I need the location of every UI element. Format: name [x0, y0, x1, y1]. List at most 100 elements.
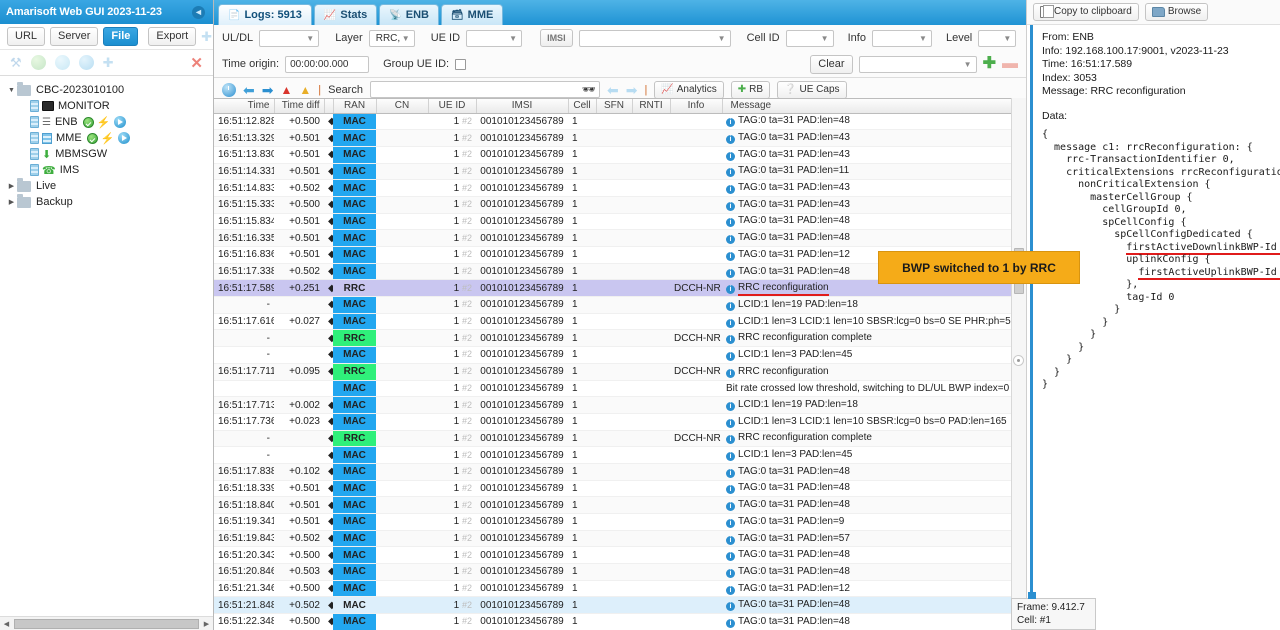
error-triangle-icon[interactable]: ▲	[280, 83, 292, 97]
binoculars-icon[interactable]: 🕶	[582, 83, 596, 98]
clock-icon[interactable]	[222, 82, 236, 97]
browse-button[interactable]: Browse	[1144, 3, 1209, 21]
play-circle-icon[interactable]	[78, 55, 94, 70]
preset-select[interactable]: ▼	[858, 55, 977, 73]
refresh-circle-icon[interactable]	[54, 55, 70, 70]
chevron-down-icon[interactable]: ▼	[6, 87, 17, 94]
add-node-icon[interactable]: ✚	[103, 55, 114, 71]
col-cn[interactable]: CN	[376, 99, 429, 114]
check-circle-icon[interactable]	[30, 55, 46, 70]
cellid-select[interactable]: ▼	[785, 29, 834, 47]
tab-stats[interactable]: 📈 Stats	[313, 4, 378, 25]
table-row[interactable]: 16:51:21.346+0.500◆MAC 1 #200101012345678…	[214, 580, 1026, 598]
table-row[interactable]: 16:51:18.840+0.501◆MAC 1 #200101012345678…	[214, 496, 1026, 514]
warning-triangle-icon[interactable]: ▲	[299, 83, 311, 97]
imsi-button[interactable]: IMSI	[540, 29, 573, 47]
log-table-scrollbar[interactable]	[1011, 98, 1026, 616]
col-message[interactable]: Message	[722, 99, 1026, 114]
chevron-left-icon[interactable]: ◄	[192, 5, 205, 19]
sidebar-item-enb[interactable]: ☰ ENB ⚡	[4, 114, 213, 130]
sidebar-item-mbmsgw[interactable]: ⬇ MBMSGW	[4, 146, 213, 162]
close-icon[interactable]: ✕	[190, 54, 203, 72]
sidebar-item-ims[interactable]: ☎ IMS	[4, 162, 213, 178]
table-row[interactable]: 16:51:13.329+0.501◆MAC 1 #200101012345678…	[214, 129, 1026, 147]
server-button[interactable]: Server	[50, 27, 99, 46]
table-row[interactable]: 16:51:19.843+0.502◆MAC 1 #200101012345678…	[214, 530, 1026, 548]
col-time[interactable]: Time	[214, 99, 275, 114]
table-row[interactable]: 16:51:14.331+0.501◆MAC 1 #200101012345678…	[214, 163, 1026, 181]
table-row[interactable]: 16:51:17.838+0.102◆MAC 1 #200101012345678…	[214, 463, 1026, 481]
sidebar-item-monitor[interactable]: MONITOR	[4, 98, 213, 114]
export-button[interactable]: Export	[148, 27, 197, 46]
scroll-right-icon[interactable]: ▶	[200, 620, 213, 628]
table-row[interactable]: - ◆RRC 1 #20010101234567891 DCCH-NRiRRC rec…	[214, 430, 1026, 448]
ue-caps-button[interactable]: ❔ UE Caps	[777, 80, 847, 99]
col-info[interactable]: Info	[670, 99, 723, 114]
table-row[interactable]: MAC 1 #2 001010123456789 1 Bit rate crossed …	[214, 380, 1026, 398]
table-row[interactable]: 16:51:19.341+0.501◆MAC 1 #200101012345678…	[214, 513, 1026, 531]
table-row[interactable]: 16:51:20.846+0.503◆MAC 1 #200101012345678…	[214, 563, 1026, 581]
table-row[interactable]: - ◆MAC 1 #20010101234567891 iLCID:1 len=3 P…	[214, 446, 1026, 464]
col-sfn[interactable]: SFN	[596, 99, 633, 114]
table-row[interactable]: 16:51:17.711+0.095◆RRC 1 #200101012345678…	[214, 363, 1026, 381]
table-row[interactable]: - ◆RRC 1 #20010101234567891 DCCH-NRiRRC rec…	[214, 329, 1026, 348]
table-row[interactable]: - ◆MAC 1 #20010101234567891 iLCID:1 len=3 P…	[214, 346, 1026, 364]
table-row[interactable]: 16:51:18.339+0.501◆MAC 1 #200101012345678…	[214, 480, 1026, 498]
col-ueid[interactable]: UE ID	[428, 99, 477, 114]
copy-to-clipboard-button[interactable]: Copy to clipboard	[1033, 3, 1139, 21]
search-next-icon[interactable]: ➡	[626, 83, 638, 97]
sidebar-item-mme[interactable]: MME ⚡	[4, 130, 213, 146]
search-input[interactable]: 🕶	[369, 81, 600, 98]
table-row[interactable]: 16:51:12.828+0.500◆MAC 1 #200101012345678…	[214, 113, 1026, 131]
tab-mme[interactable]: 🗃 MME	[440, 4, 504, 25]
add-connection-icon[interactable]: ✚	[201, 29, 212, 45]
left-panel-horizontal-scrollbar[interactable]: ◀ ▶	[0, 616, 213, 630]
tab-enb[interactable]: 📡 ENB	[379, 4, 439, 25]
power-bolt-icon[interactable]: ⚡	[101, 132, 115, 145]
arrow-right-icon[interactable]: ➡	[262, 83, 274, 97]
table-row[interactable]: 16:51:21.848+0.502◆MAC 1 #200101012345678…	[214, 596, 1026, 615]
table-row[interactable]: 16:51:22.348+0.500◆MAC 1 #200101012345678…	[214, 613, 1026, 630]
level-select[interactable]: ▼	[978, 29, 1017, 47]
col-timediff[interactable]: Time diff	[274, 99, 325, 114]
clear-button[interactable]: Clear	[810, 54, 853, 74]
imsi-select[interactable]: ▼	[578, 29, 731, 47]
col-rnti[interactable]: RNTI	[632, 99, 671, 114]
table-row[interactable]: 16:51:17.736+0.023◆MAC 1 #200101012345678…	[214, 413, 1026, 431]
chevron-right-icon[interactable]: ▶	[6, 182, 17, 190]
search-prev-icon[interactable]: ⬅	[607, 83, 619, 97]
uldl-select[interactable]: ▼	[259, 29, 320, 47]
file-button[interactable]: File	[103, 27, 139, 46]
ueid-select[interactable]: ▼	[466, 29, 523, 47]
col-cell[interactable]: Cell	[568, 99, 597, 114]
play-icon[interactable]	[114, 116, 127, 128]
table-row[interactable]: 16:51:15.834+0.501◆MAC 1 #200101012345678…	[214, 213, 1026, 231]
sidebar-folder-backup[interactable]: ▶ Backup	[4, 193, 213, 210]
table-row[interactable]: - ◆MAC 1 #20010101234567891 iLCID:1 len=19 …	[214, 296, 1026, 314]
scroll-left-icon[interactable]: ◀	[0, 620, 13, 628]
info-select[interactable]: ▼	[871, 29, 932, 47]
analytics-button[interactable]: 📈 Analytics	[654, 80, 724, 99]
layer-select[interactable]: RRC, ▼	[368, 29, 415, 47]
table-row[interactable]: 16:51:20.343+0.500◆MAC 1 #200101012345678…	[214, 546, 1026, 565]
time-origin-input[interactable]: 00:00:00.000	[285, 55, 370, 73]
group-ueid-checkbox[interactable]	[455, 58, 467, 70]
plus-icon[interactable]: ✚	[983, 56, 996, 72]
table-row[interactable]: 16:51:13.830+0.501◆MAC 1 #200101012345678…	[214, 146, 1026, 164]
rb-button[interactable]: ✚ RB	[730, 80, 771, 99]
col-ran[interactable]: RAN	[333, 99, 377, 114]
chevron-right-icon[interactable]: ▶	[6, 198, 17, 206]
arrow-left-icon[interactable]: ⬅	[243, 83, 255, 97]
table-row[interactable]: 16:51:14.833+0.502◆MAC 1 #200101012345678…	[214, 179, 1026, 197]
power-bolt-icon[interactable]: ⚡	[97, 116, 111, 129]
resize-handle[interactable]	[1013, 355, 1024, 366]
scrollbar-thumb[interactable]	[14, 618, 199, 629]
sidebar-folder-live[interactable]: ▶ Live	[4, 177, 213, 194]
table-row[interactable]: 16:51:17.713+0.002◆MAC 1 #200101012345678…	[214, 396, 1026, 414]
wrench-icon[interactable]: ⚒	[10, 55, 22, 71]
table-row[interactable]: 16:51:16.335+0.501◆MAC 1 #200101012345678…	[214, 229, 1026, 247]
col-imsi[interactable]: IMSI	[476, 99, 569, 114]
tree-root-cbc[interactable]: ▼ CBC-2023010100	[4, 81, 213, 98]
url-button[interactable]: URL	[7, 27, 46, 46]
table-row[interactable]: 16:51:15.333+0.500◆MAC 1 #200101012345678…	[214, 196, 1026, 214]
